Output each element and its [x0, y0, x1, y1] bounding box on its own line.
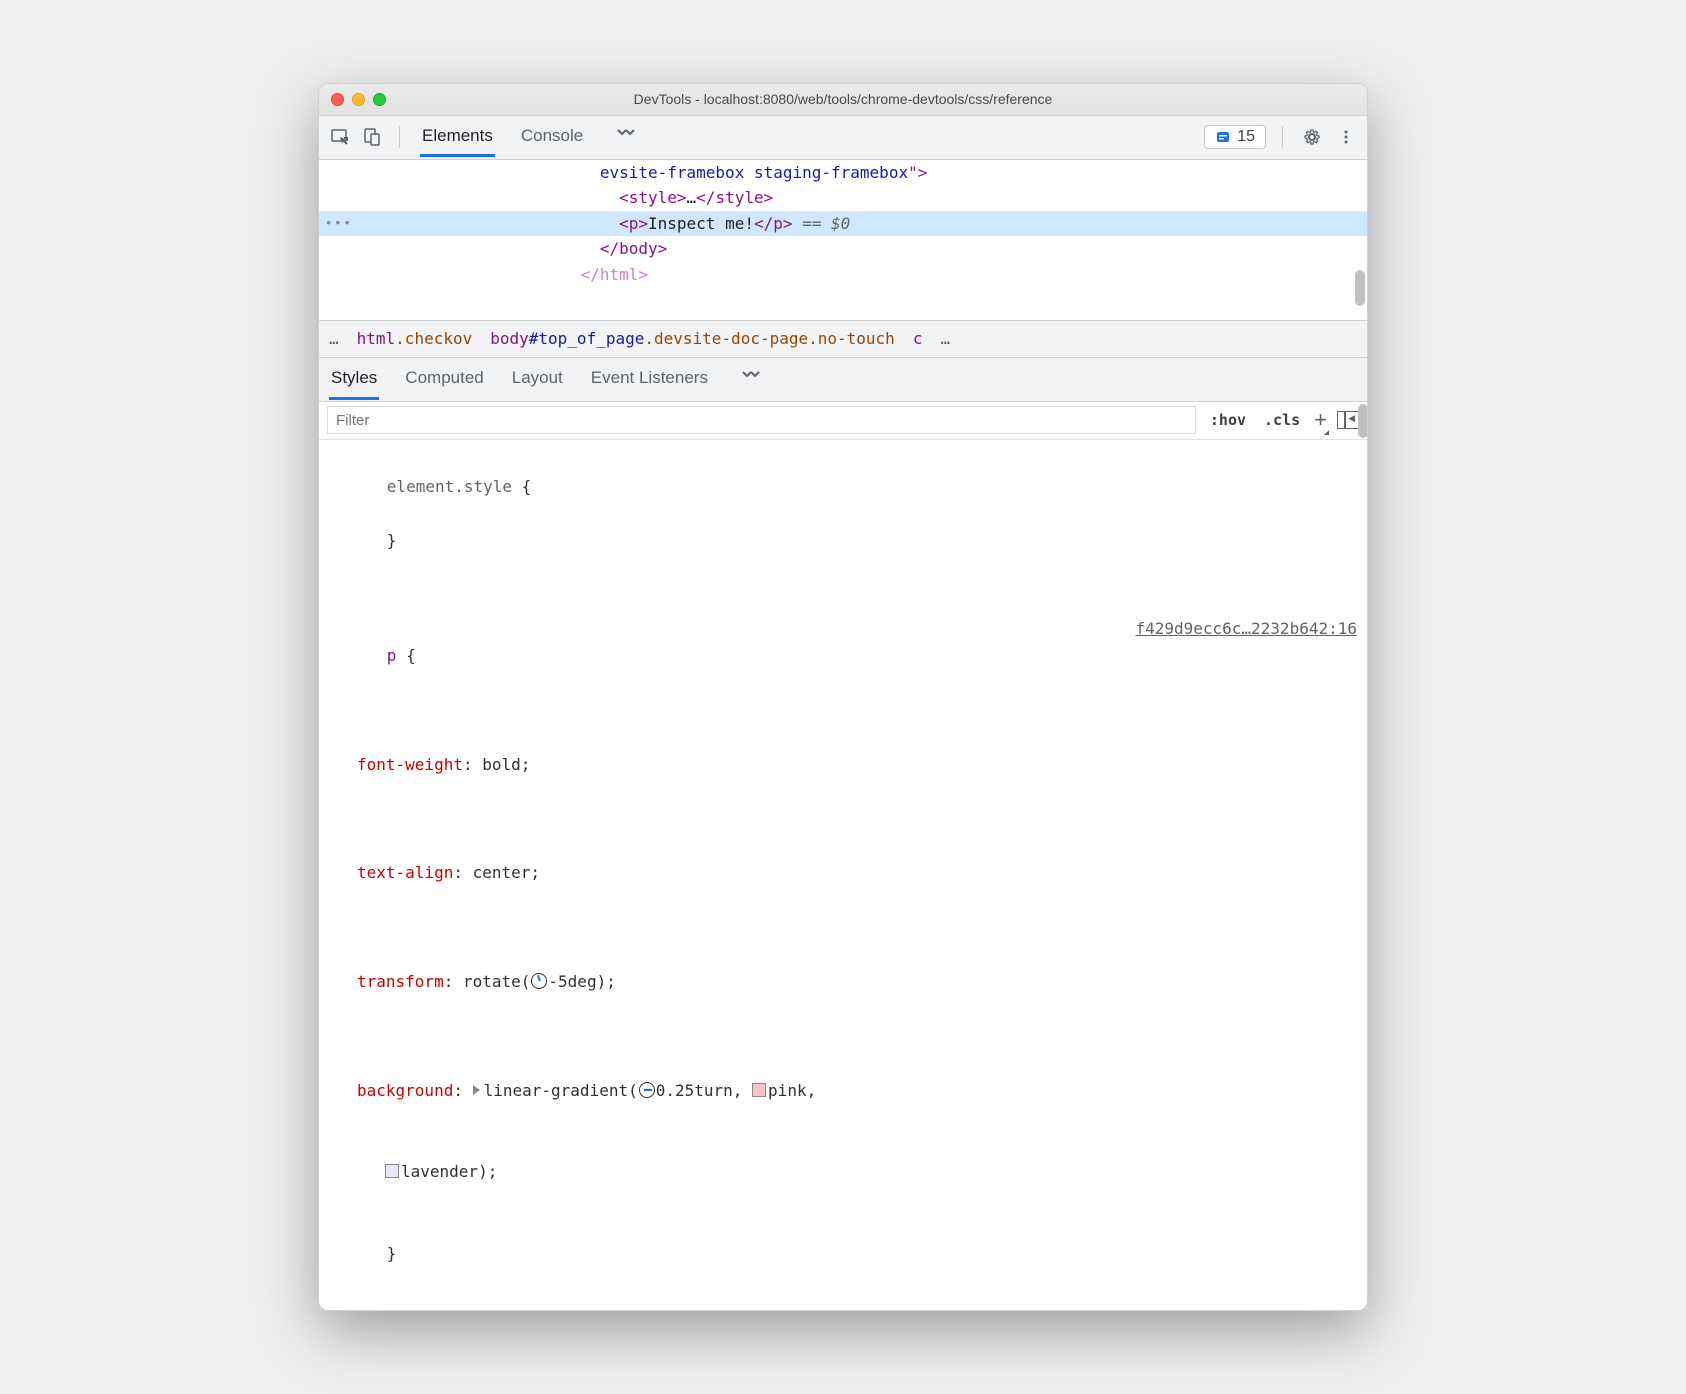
- dom-line[interactable]: </body>: [319, 236, 1367, 262]
- dom-line[interactable]: </html>: [319, 262, 1367, 288]
- devtools-window: DevTools - localhost:8080/web/tools/chro…: [318, 83, 1368, 1312]
- scrollbar-thumb[interactable]: [1355, 270, 1365, 306]
- main-toolbar: Elements Console 15: [319, 116, 1367, 160]
- titlebar: DevTools - localhost:8080/web/tools/chro…: [319, 84, 1367, 116]
- sidebar-toggle-icon[interactable]: [1337, 411, 1359, 429]
- issues-count: 15: [1237, 128, 1255, 146]
- dom-line-selected[interactable]: <p>Inspect me!</p> == $0: [319, 211, 1367, 237]
- breadcrumb-item-body[interactable]: body#top_of_page.devsite-doc-page.no-tou…: [490, 329, 895, 348]
- styles-filter-row: :hov .cls +: [319, 402, 1367, 440]
- css-declaration[interactable]: text-align: center;: [329, 859, 1357, 886]
- css-declaration[interactable]: font-weight: bold;: [329, 751, 1357, 778]
- window-controls: [331, 93, 386, 106]
- filter-input[interactable]: [327, 406, 1196, 434]
- angle-swatch-icon[interactable]: [531, 973, 547, 989]
- window-title: DevTools - localhost:8080/web/tools/chro…: [319, 91, 1367, 107]
- kebab-menu-icon[interactable]: [1333, 124, 1359, 150]
- issues-badge[interactable]: 15: [1204, 125, 1266, 149]
- color-swatch-icon[interactable]: [385, 1164, 399, 1178]
- minimize-window-button[interactable]: [352, 93, 365, 106]
- css-declaration-wrap[interactable]: lavender);: [329, 1158, 1357, 1185]
- dom-tree[interactable]: evsite-framebox staging-framebox"> <styl…: [319, 160, 1367, 320]
- styles-body: element.style { } f429d9ecc6c…2232b642:1…: [319, 440, 1367, 1311]
- tab-computed[interactable]: Computed: [403, 359, 485, 400]
- tab-console[interactable]: Console: [519, 118, 585, 157]
- breadcrumb-item-html[interactable]: html.checkov: [357, 329, 473, 348]
- separator: [1282, 126, 1283, 148]
- css-declaration[interactable]: background: linear-gradient(0.25turn, pi…: [329, 1077, 1357, 1104]
- hov-toggle[interactable]: :hov: [1206, 409, 1250, 431]
- style-rule-element[interactable]: element.style { }: [329, 446, 1357, 582]
- close-window-button[interactable]: [331, 93, 344, 106]
- device-toggle-icon[interactable]: [359, 124, 385, 150]
- styles-panel-tabs: Styles Computed Layout Event Listeners: [319, 358, 1367, 402]
- breadcrumb-ellipsis[interactable]: …: [329, 329, 339, 348]
- scrollbar-thumb[interactable]: [1358, 404, 1368, 438]
- tab-event-listeners[interactable]: Event Listeners: [589, 359, 710, 400]
- breadcrumb: … html.checkov body#top_of_page.devsite-…: [319, 320, 1367, 358]
- new-style-rule-icon[interactable]: +: [1314, 407, 1327, 433]
- source-link[interactable]: f429d9ecc6c…2232b642:16: [1135, 615, 1357, 642]
- dom-line[interactable]: <style>…</style>: [319, 185, 1367, 211]
- style-rule-p[interactable]: f429d9ecc6c…2232b642:16 p { font-weight:…: [329, 588, 1357, 1295]
- more-tabs-icon[interactable]: [617, 128, 635, 146]
- gear-icon[interactable]: [1299, 124, 1325, 150]
- more-panel-tabs-icon[interactable]: [742, 370, 760, 388]
- color-swatch-icon[interactable]: [752, 1083, 766, 1097]
- zoom-window-button[interactable]: [373, 93, 386, 106]
- angle-swatch-icon[interactable]: [639, 1082, 655, 1098]
- breadcrumb-trail[interactable]: c: [913, 329, 923, 348]
- expand-icon[interactable]: [473, 1085, 480, 1095]
- cls-toggle[interactable]: .cls: [1260, 409, 1304, 431]
- dom-line[interactable]: evsite-framebox staging-framebox">: [319, 160, 1367, 186]
- tab-styles[interactable]: Styles: [329, 359, 379, 400]
- breadcrumb-ellipsis[interactable]: …: [940, 329, 950, 348]
- tab-layout[interactable]: Layout: [510, 359, 565, 400]
- css-declaration[interactable]: transform: rotate(-5deg);: [329, 968, 1357, 995]
- separator: [399, 126, 400, 148]
- tab-elements[interactable]: Elements: [420, 118, 495, 157]
- inspect-element-icon[interactable]: [327, 124, 353, 150]
